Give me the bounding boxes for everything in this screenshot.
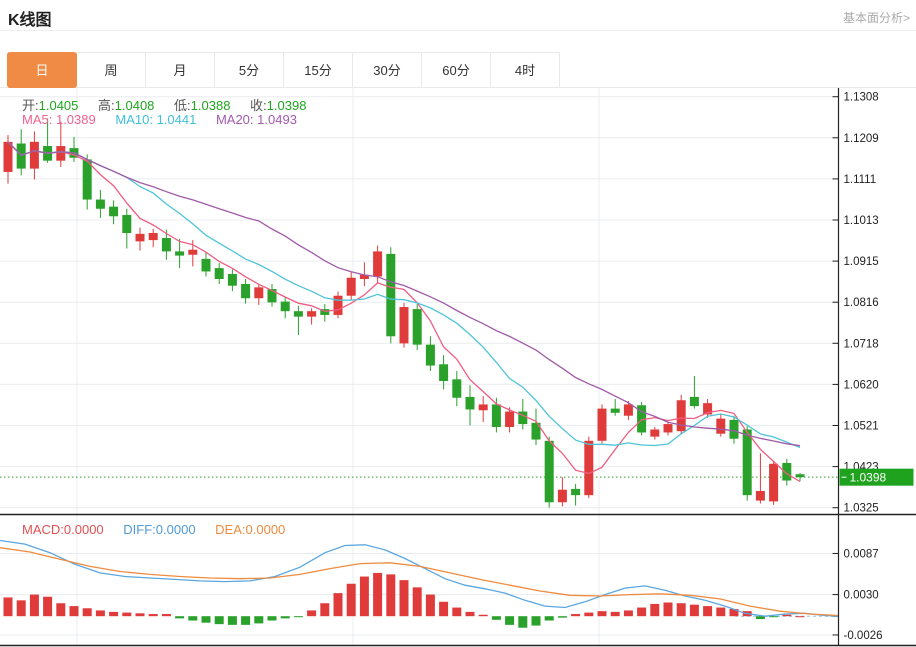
interval-tabs: 日 周 月 5分 15分 30分 60分 4时	[8, 52, 560, 88]
macd-value: MACD:0.0000	[22, 522, 104, 537]
svg-text:1.0398: 1.0398	[850, 471, 887, 485]
ma-legend: MA5: 1.0389 MA10: 1.0441 MA20: 1.0493	[22, 112, 313, 127]
low-value: 低:1.0388	[174, 98, 230, 113]
dea-value: DEA:0.0000	[215, 522, 285, 537]
diff-value: DIFF:0.0000	[123, 522, 195, 537]
open-value: 开:1.0405	[22, 98, 78, 113]
svg-text:1.1308: 1.1308	[844, 92, 879, 104]
svg-text:1.0325: 1.0325	[844, 503, 879, 515]
tab-day[interactable]: 日	[7, 52, 77, 88]
header: K线图 基本面分析>	[0, 0, 916, 31]
macd-legend: MACD:0.0000 DIFF:0.0000 DEA:0.0000	[22, 522, 301, 537]
svg-text:1.1209: 1.1209	[844, 133, 879, 145]
svg-text:1.0620: 1.0620	[844, 379, 879, 391]
ma20-value: MA20: 1.0493	[216, 112, 297, 127]
high-value: 高:1.0408	[98, 98, 154, 113]
tab-4hour[interactable]: 4时	[490, 52, 560, 88]
svg-text:-0.0026: -0.0026	[844, 630, 883, 642]
svg-text:1.1111: 1.1111	[844, 174, 877, 186]
candlestick-series	[4, 118, 805, 507]
grid-lines	[0, 88, 839, 646]
tab-30min[interactable]: 30分	[352, 52, 422, 88]
page-title: K线图	[8, 6, 52, 30]
svg-text:1.0816: 1.0816	[844, 297, 879, 309]
price-axis: 1.1308 1.1209 1.1111 1.1013 1.0915 1.0816 1.07…	[833, 92, 883, 642]
tab-15min[interactable]: 15分	[283, 52, 353, 88]
tab-60min[interactable]: 60分	[421, 52, 491, 88]
panel-borders	[0, 88, 916, 646]
svg-text:1.0718: 1.0718	[844, 338, 879, 350]
svg-text:0.0087: 0.0087	[844, 548, 879, 560]
kline-page: 1.1308 1.1209 1.1111 1.1013 1.0915 1.0816 1.07…	[0, 0, 916, 647]
tab-5min[interactable]: 5分	[214, 52, 284, 88]
macd-histogram	[4, 573, 805, 628]
ma5-value: MA5: 1.0389	[22, 112, 96, 127]
tab-month[interactable]: 月	[145, 52, 215, 88]
svg-text:1.1013: 1.1013	[844, 215, 879, 227]
ma10-value: MA10: 1.0441	[115, 112, 196, 127]
close-value: 收:1.0398	[250, 98, 306, 113]
svg-text:1.0521: 1.0521	[844, 421, 879, 433]
svg-text:1.0915: 1.0915	[844, 256, 879, 268]
tab-week[interactable]: 周	[76, 52, 146, 88]
current-price-badge: 1.0398	[840, 469, 914, 486]
fundamental-analysis-link[interactable]: 基本面分析>	[843, 9, 910, 26]
svg-text:0.0030: 0.0030	[844, 590, 879, 602]
